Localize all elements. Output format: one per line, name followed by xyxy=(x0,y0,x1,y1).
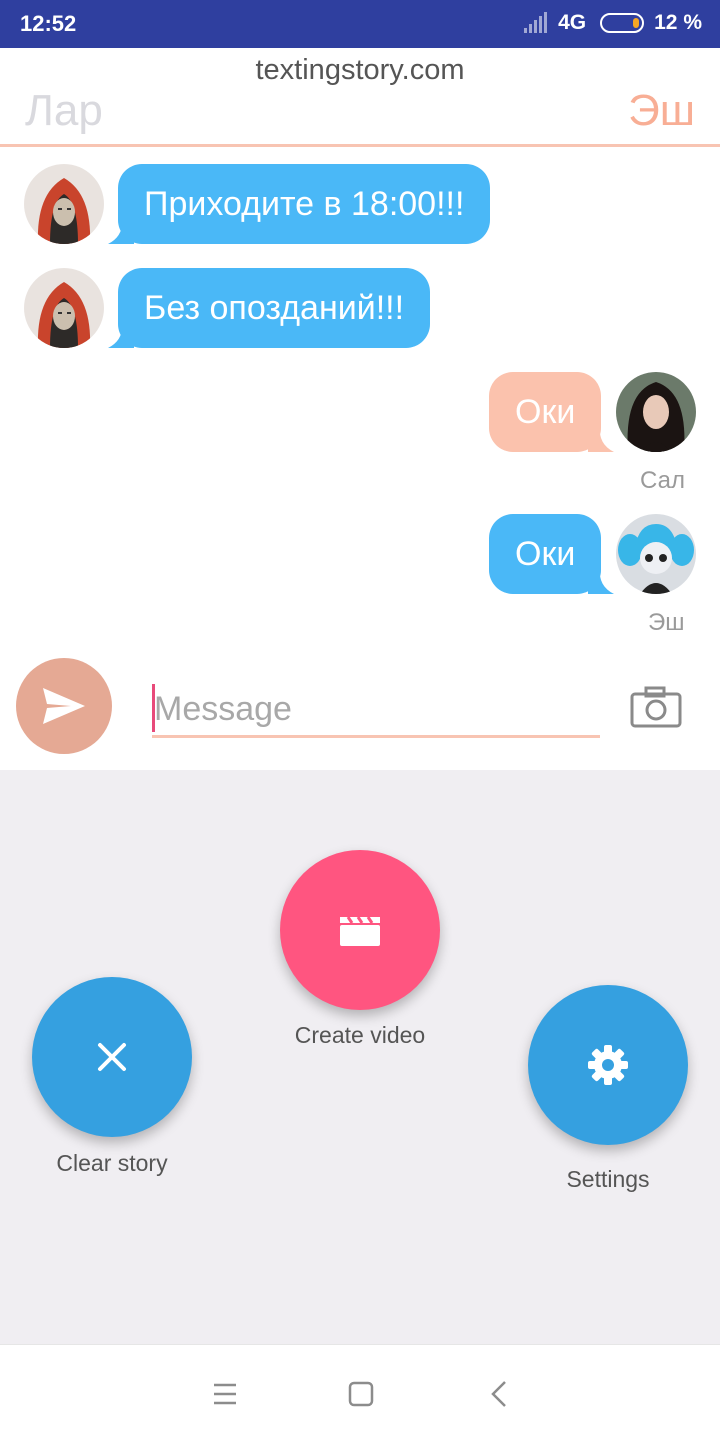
message-bubble[interactable]: Без опозданий!!! xyxy=(118,268,431,348)
close-icon xyxy=(98,1043,126,1071)
home-icon[interactable] xyxy=(348,1381,374,1407)
settings-button[interactable] xyxy=(528,985,688,1145)
camera-icon[interactable] xyxy=(630,686,682,728)
message-bubble[interactable]: Оки xyxy=(489,514,602,594)
send-icon xyxy=(43,688,85,724)
back-icon[interactable] xyxy=(490,1380,508,1408)
message-input[interactable] xyxy=(152,684,600,738)
gear-icon xyxy=(588,1045,628,1085)
signal-icon xyxy=(524,12,548,34)
red-hood-avatar[interactable] xyxy=(24,164,104,244)
message-bubble[interactable]: Оки xyxy=(489,372,602,452)
status-bar: 12:52 4G 12 % xyxy=(0,0,720,48)
system-nav-bar xyxy=(0,1344,720,1440)
dark-hair-woman-avatar[interactable] xyxy=(616,372,696,452)
battery-icon xyxy=(600,13,645,33)
message-bubble[interactable]: Приходите в 18:00!!! xyxy=(118,164,491,244)
menu-icon[interactable] xyxy=(213,1383,237,1405)
create-video-button[interactable] xyxy=(280,850,440,1010)
red-hood-avatar[interactable] xyxy=(24,268,104,348)
sender-name: Эш xyxy=(648,609,685,636)
bubble-tail xyxy=(588,568,614,594)
battery-percent: 12 % xyxy=(654,11,702,34)
clapperboard-icon xyxy=(340,916,380,946)
send-button[interactable] xyxy=(16,658,112,754)
text-cursor xyxy=(152,684,155,732)
right-contact-name[interactable]: Эш xyxy=(628,86,695,136)
clear-story-label: Clear story xyxy=(56,1150,168,1176)
bubble-tail xyxy=(588,426,614,452)
network-type: 4G xyxy=(558,11,587,34)
blue-pigtails-avatar[interactable] xyxy=(616,514,696,594)
create-video-label: Create video xyxy=(294,1022,426,1048)
settings-label: Settings xyxy=(566,1166,650,1192)
status-right: 4G 12 % xyxy=(524,11,702,35)
status-time: 12:52 xyxy=(20,11,77,36)
sender-name: Сал xyxy=(640,467,685,494)
clear-story-button[interactable] xyxy=(32,977,192,1137)
site-watermark: textingstory.com xyxy=(255,54,465,86)
header-divider xyxy=(0,144,720,147)
left-contact-name[interactable]: Лар xyxy=(25,86,103,136)
